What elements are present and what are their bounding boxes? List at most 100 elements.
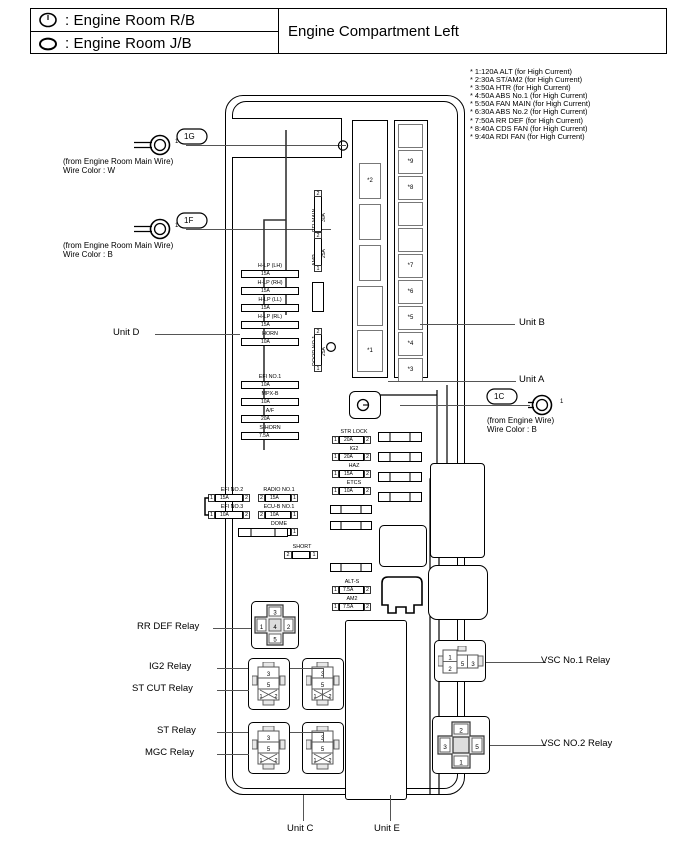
unit-e-body — [345, 620, 407, 800]
connector-1f-code-badge: 1F — [176, 212, 208, 234]
empty-fuse-dividers-2 — [389, 432, 411, 502]
connector-1f-source: (from Engine Room Main Wire) — [63, 241, 174, 250]
fuse-pin-right: 1 — [291, 528, 298, 536]
svg-text:5: 5 — [475, 744, 479, 751]
fuse-body — [241, 398, 299, 406]
high-current-slot-empty[interactable] — [359, 204, 381, 240]
fuse-label: RADIO NO.1 — [263, 487, 295, 493]
fuse-pin-right: 1 — [310, 551, 318, 559]
fuse-amp: 15A — [220, 495, 229, 501]
connector-1f-eyelet-icon — [132, 216, 174, 242]
svg-text:2: 2 — [275, 758, 278, 764]
fuse-label: STR LOCK — [340, 429, 368, 435]
rr-def-relay-leader — [213, 628, 251, 629]
connector-1g-wire-color: Wire Color : W — [63, 166, 115, 175]
fuse-pin-left: 1 — [332, 436, 339, 444]
unit-a-label: Unit A — [519, 374, 545, 385]
st-relay-label: ST Relay — [157, 725, 196, 736]
high-current-slot[interactable]: *8 — [398, 176, 423, 200]
fuse-pin-top: 2 — [314, 232, 322, 239]
fuse-amp: 20A — [261, 416, 270, 422]
fuse-bus-connector — [204, 497, 209, 516]
fuse-pin-right: 2 — [364, 436, 371, 444]
svg-text:2: 2 — [329, 694, 332, 700]
fuse-body — [292, 551, 310, 559]
fuse-body — [241, 432, 299, 440]
fuse-pin-right: 2 — [243, 511, 250, 519]
fuse-amp: 15A — [344, 471, 353, 477]
connector-1g-code-badge: 1G — [176, 128, 208, 150]
high-current-slot[interactable]: *3 — [398, 358, 423, 382]
fuse-pin-right: 2 — [364, 470, 371, 478]
fuse-label: IG2 — [349, 446, 359, 452]
internal-module-d — [381, 576, 423, 614]
fuse-pin-right: 2 — [364, 453, 371, 461]
fuse-amp: 7.5A — [259, 433, 270, 439]
connector-1f-wire-color: Wire Color : B — [63, 250, 113, 259]
round-port-icon — [356, 398, 370, 412]
connector-1g-code: 1G — [184, 131, 195, 141]
unit-e-label: Unit E — [374, 823, 400, 834]
fuse-pin-bottom: 1 — [314, 365, 322, 372]
ig2-relay-leader-drop — [323, 668, 324, 678]
high-current-slot[interactable]: *1 — [357, 330, 383, 372]
legend-column: : Engine Room R/B : Engine Room J/B — [31, 9, 279, 53]
fuse-amp: 15A — [261, 271, 270, 277]
ig2-relay-label: IG2 Relay — [149, 661, 192, 672]
high-current-slot[interactable]: *9 — [398, 150, 423, 174]
fuse-label: MPX-B — [261, 391, 279, 397]
high-current-slot-empty[interactable] — [359, 245, 381, 281]
svg-text:2: 2 — [459, 728, 463, 735]
high-current-slot[interactable]: *4 — [398, 332, 423, 356]
high-current-slot[interactable]: *5 — [398, 306, 423, 330]
fuse-amp: 25A — [321, 249, 327, 258]
legend-header-table: : Engine Room R/B : Engine Room J/B Engi… — [30, 8, 667, 54]
rr-def-relay-label: RR DEF Relay — [137, 621, 200, 632]
fuse-body — [241, 338, 299, 346]
high-current-slot[interactable]: *6 — [398, 280, 423, 304]
fuse-label: AM2 — [346, 596, 358, 602]
fuse-pin-top: 2 — [314, 328, 322, 335]
fuse-amp: 10A — [261, 382, 270, 388]
fuse-pin-left: 1 — [332, 470, 339, 478]
empty-fuse-dividers — [250, 528, 276, 537]
high-current-slot-empty[interactable] — [357, 286, 383, 326]
fuse-pin-left: 2 — [258, 511, 265, 519]
high-current-slot-empty[interactable] — [398, 124, 423, 148]
mgc-relay-label: MGC Relay — [145, 747, 195, 758]
fuse-amp: 10A — [220, 512, 229, 518]
vsc-no2-relay-pins: 2 3 5 1 — [437, 721, 485, 769]
fuse-label: H-LP (LH) — [257, 263, 283, 269]
fuse-pin-left: 1 — [332, 603, 339, 611]
fuse-body — [241, 270, 299, 278]
svg-text:1: 1 — [314, 694, 317, 700]
empty-slot — [312, 282, 324, 312]
high-current-slot-empty[interactable] — [398, 202, 423, 226]
svg-text:1: 1 — [459, 760, 463, 767]
fuse-label: HORN — [262, 331, 278, 337]
note-item: * 9:40A RDI FAN (for High Current) — [470, 131, 585, 141]
st-relay-leader-drop — [323, 732, 324, 742]
connector-1c-eyelet-icon — [528, 392, 570, 418]
unit-c-leader — [303, 795, 304, 821]
fuse-pin-left: 1 — [332, 487, 339, 495]
fuse-amp: 10A — [270, 512, 279, 518]
connector-1g-eyelet-icon — [132, 132, 174, 158]
fuse-amp: 20A — [344, 437, 353, 443]
fuse-label: EFI NO.3 — [220, 504, 244, 510]
high-current-slot[interactable]: *7 — [398, 254, 423, 278]
fuse-amp: 15A — [270, 495, 279, 501]
high-current-slot-empty[interactable] — [398, 228, 423, 252]
diagram-title-cell: Engine Compartment Left — [279, 9, 666, 53]
fuse-pin-bottom: 1 — [314, 265, 322, 272]
fuse-label: A/F — [265, 408, 275, 414]
fuse-label: HAZ — [348, 463, 360, 469]
fuse-amp: 10A — [261, 339, 270, 345]
fuse-pin-right: 2 — [243, 494, 250, 502]
high-current-slot[interactable]: *2 — [359, 163, 381, 199]
fuse-pin-left: 1 — [332, 586, 339, 594]
fuse-pin-left: 1 — [332, 453, 339, 461]
fuse-body — [241, 381, 299, 389]
fuse-label: ECU-B NO.1 — [263, 504, 295, 510]
svg-text:1: 1 — [260, 758, 263, 764]
